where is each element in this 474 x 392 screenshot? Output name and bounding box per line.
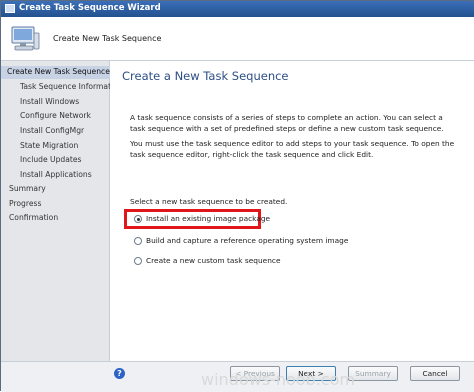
- sidebar-item-label: Install Applications: [20, 170, 92, 179]
- sidebar-item-install-applications[interactable]: Install Applications: [1, 169, 110, 182]
- sidebar-item-confirmation[interactable]: Confirmation: [1, 212, 110, 225]
- selection-prompt: Select a new task sequence to be created…: [130, 197, 288, 206]
- wizard-window: Create Task Sequence Wizard Create New T…: [0, 0, 474, 392]
- sidebar-item-label: Progress: [9, 199, 42, 208]
- title-bar[interactable]: Create Task Sequence Wizard: [1, 1, 474, 17]
- window-title: Create Task Sequence Wizard: [19, 3, 161, 13]
- radio-button[interactable]: [134, 257, 142, 265]
- sidebar-item-label: Install ConfigMgr: [20, 126, 85, 135]
- header-title: Create New Task Sequence: [53, 34, 162, 43]
- option-label: Install an existing image package: [146, 214, 271, 223]
- summary-button[interactable]: Summary: [348, 366, 398, 381]
- sidebar-item-label: Include Updates: [20, 155, 82, 164]
- window-icon: [5, 4, 15, 13]
- sidebar-item-install-windows[interactable]: Install Windows: [1, 96, 110, 109]
- computer-icon: [11, 26, 40, 51]
- radio-button-selected[interactable]: [134, 215, 142, 223]
- sidebar-item-progress[interactable]: Progress: [1, 198, 110, 211]
- sidebar-item-create-new-task-sequence[interactable]: Create New Task Sequence: [1, 66, 110, 79]
- sidebar-item-label: State Migration: [20, 141, 79, 150]
- sidebar-item-state-migration[interactable]: State Migration: [1, 140, 110, 153]
- sidebar-item-label: Configure Network: [20, 111, 91, 120]
- wizard-steps-sidebar: Create New Task Sequence Task Sequence I…: [1, 61, 123, 361]
- radio-button[interactable]: [134, 237, 142, 245]
- option-label: Build and capture a reference operating …: [146, 236, 349, 245]
- sidebar-item-label: Task Sequence Information: [20, 82, 123, 91]
- sidebar-item-label: Create New Task Sequence: [7, 67, 110, 76]
- sidebar-item-label: Confirmation: [9, 213, 59, 222]
- wizard-header: Create New Task Sequence: [1, 17, 474, 61]
- page-title: Create a New Task Sequence: [122, 69, 289, 83]
- sidebar-item-install-configmgr[interactable]: Install ConfigMgr: [1, 125, 110, 138]
- description-text: A task sequence consists of a series of …: [130, 113, 444, 133]
- instruction-text: You must use the task sequence editor to…: [130, 139, 455, 159]
- sidebar-item-include-updates[interactable]: Include Updates: [1, 154, 110, 167]
- help-icon[interactable]: ?: [114, 368, 125, 379]
- sidebar-item-summary[interactable]: Summary: [1, 183, 110, 196]
- wizard-content: Create a New Task Sequence A task sequen…: [110, 61, 474, 361]
- sidebar-item-configure-network[interactable]: Configure Network: [1, 110, 110, 123]
- sidebar-item-label: Summary: [9, 184, 46, 193]
- sidebar-item-task-sequence-information[interactable]: Task Sequence Information: [1, 81, 123, 94]
- sidebar-item-label: Install Windows: [20, 97, 80, 106]
- cancel-button[interactable]: Cancel: [410, 366, 460, 381]
- watermark: windows-noob.com: [201, 370, 355, 389]
- option-label: Create a new custom task sequence: [146, 256, 281, 265]
